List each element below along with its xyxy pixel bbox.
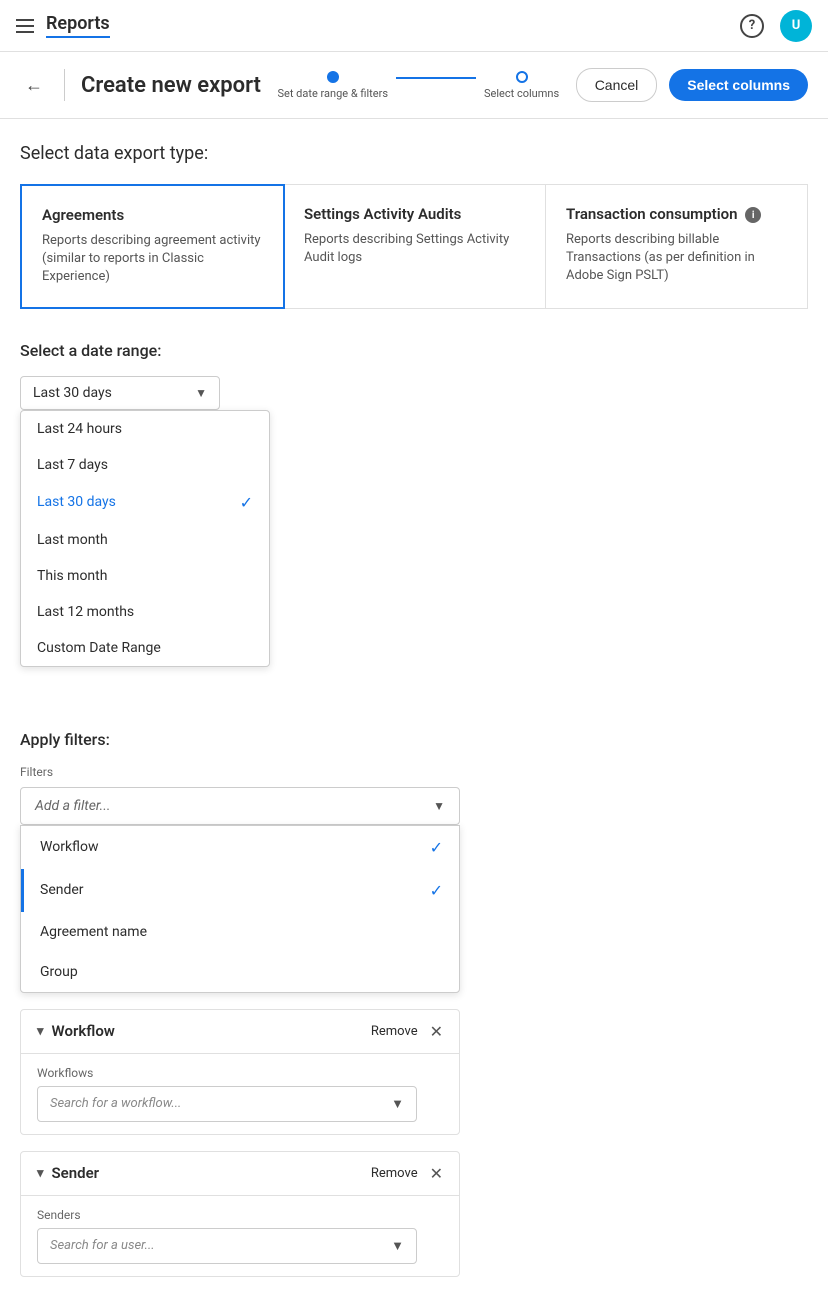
- date-option-lastmonth[interactable]: Last month: [21, 522, 269, 558]
- workflow-remove-button[interactable]: Remove: [371, 1024, 418, 1039]
- filter-dropdown-container: Add a filter... ▼ Workflow ✓ Sender ✓ Ag…: [20, 787, 460, 993]
- date-range-menu: Last 24 hours Last 7 days Last 30 days ✓…: [20, 410, 270, 667]
- sender-dropdown-chevron-icon: ▼: [391, 1238, 404, 1254]
- add-filter-dropdown[interactable]: Add a filter... ▼: [20, 787, 460, 825]
- date-range-title: Select a date range:: [20, 341, 808, 360]
- chevron-down-icon: ▼: [195, 386, 207, 400]
- stepper-connector: [396, 77, 476, 79]
- date-option-thismonth[interactable]: This month: [21, 558, 269, 594]
- workflow-filter-header: ▾ Workflow Remove ✕: [21, 1010, 459, 1054]
- stepper-step1: Set date range & filters: [277, 71, 388, 100]
- workflow-filter-body: Workflows Search for a workflow... ▼: [21, 1054, 459, 1134]
- filter-menu: Workflow ✓ Sender ✓ Agreement name Group: [20, 825, 460, 993]
- export-card-transaction-title: Transaction consumption i: [566, 205, 787, 223]
- filter-option-workflow[interactable]: Workflow ✓: [21, 826, 459, 869]
- date-option-7days[interactable]: Last 7 days: [21, 447, 269, 483]
- date-option-30days[interactable]: Last 30 days ✓: [21, 483, 269, 522]
- help-icon[interactable]: ?: [740, 14, 764, 38]
- stepper-dot-1: [327, 71, 339, 83]
- stepper-label-2: Select columns: [484, 87, 559, 100]
- stepper: Set date range & filters Select columns: [277, 71, 559, 100]
- sender-remove-button[interactable]: Remove: [371, 1166, 418, 1181]
- header-left: ← Create new export: [20, 69, 261, 101]
- hamburger-menu[interactable]: [16, 19, 34, 33]
- workflow-search-placeholder: Search for a workflow...: [50, 1096, 181, 1111]
- filter-option-agreement-name[interactable]: Agreement name: [21, 912, 459, 952]
- sender-filter-body: Senders Search for a user... ▼: [21, 1196, 459, 1276]
- main-content: Select data export type: Agreements Repo…: [0, 119, 828, 1301]
- stepper-dot-2: [516, 71, 528, 83]
- sender-filter-title: ▾ Sender: [37, 1164, 99, 1182]
- filter-chevron-down-icon: ▼: [433, 799, 445, 813]
- apply-filters-title: Apply filters:: [20, 730, 808, 749]
- date-option-12months[interactable]: Last 12 months: [21, 594, 269, 630]
- export-card-settings[interactable]: Settings Activity Audits Reports describ…: [284, 185, 546, 308]
- date-range-trigger[interactable]: Last 30 days ▼: [20, 376, 220, 410]
- page-title: Create new export: [81, 73, 261, 98]
- export-card-settings-desc: Reports describing Settings Activity Aud…: [304, 231, 525, 267]
- stepper-label-1: Set date range & filters: [277, 87, 388, 100]
- info-icon: i: [745, 207, 761, 223]
- export-card-agreements-title: Agreements: [42, 206, 263, 224]
- workflow-filter-title: ▾ Workflow: [37, 1022, 115, 1040]
- workflow-close-icon[interactable]: ✕: [430, 1022, 443, 1041]
- workflow-check-icon: ✓: [430, 838, 443, 857]
- workflow-filter-actions: Remove ✕: [371, 1022, 443, 1041]
- date-range-dropdown: Last 30 days ▼ Last 24 hours Last 7 days…: [20, 376, 220, 410]
- app-title: Reports: [46, 13, 110, 38]
- workflow-dropdown-chevron-icon: ▼: [391, 1096, 404, 1112]
- nav-left: Reports: [16, 13, 110, 38]
- senders-sublabel: Senders: [37, 1208, 443, 1222]
- top-nav: Reports ? U: [0, 0, 828, 52]
- sender-filter-header: ▾ Sender Remove ✕: [21, 1152, 459, 1196]
- export-card-agreements[interactable]: Agreements Reports describing agreement …: [20, 184, 285, 309]
- date-range-section: Select a date range: Last 30 days ▼ Last…: [20, 341, 808, 410]
- workflow-search-dropdown[interactable]: Search for a workflow... ▼: [37, 1086, 417, 1122]
- export-card-settings-title: Settings Activity Audits: [304, 205, 525, 223]
- header-divider: [64, 69, 65, 101]
- cancel-button[interactable]: Cancel: [576, 68, 658, 102]
- workflow-filter-tag: ▾ Workflow Remove ✕ Workflows Search for…: [20, 1009, 460, 1135]
- workflows-sublabel: Workflows: [37, 1066, 443, 1080]
- sender-collapse-icon[interactable]: ▾: [37, 1166, 44, 1181]
- date-range-selected-value: Last 30 days: [33, 385, 112, 401]
- filter-option-sender[interactable]: Sender ✓: [21, 869, 459, 912]
- export-card-agreements-desc: Reports describing agreement activity (s…: [42, 232, 263, 287]
- filters-section: Apply filters: Filters Add a filter... ▼…: [20, 730, 808, 1277]
- add-filter-placeholder: Add a filter...: [35, 798, 110, 814]
- back-button[interactable]: ←: [20, 71, 48, 99]
- export-cards: Agreements Reports describing agreement …: [20, 184, 808, 309]
- stepper-step2: Select columns: [484, 71, 559, 100]
- workflow-collapse-icon[interactable]: ▾: [37, 1024, 44, 1039]
- export-card-transaction[interactable]: Transaction consumption i Reports descri…: [546, 185, 807, 308]
- nav-right: ? U: [740, 10, 812, 42]
- export-type-title: Select data export type:: [20, 143, 808, 164]
- sender-search-placeholder: Search for a user...: [50, 1238, 155, 1253]
- date-option-custom[interactable]: Custom Date Range: [21, 630, 269, 666]
- sender-filter-tag: ▾ Sender Remove ✕ Senders Search for a u…: [20, 1151, 460, 1277]
- filter-option-group[interactable]: Group: [21, 952, 459, 992]
- header-bar: ← Create new export Set date range & fil…: [0, 52, 828, 119]
- sender-search-dropdown[interactable]: Search for a user... ▼: [37, 1228, 417, 1264]
- sender-filter-actions: Remove ✕: [371, 1164, 443, 1183]
- filters-label: Filters: [20, 765, 808, 779]
- avatar[interactable]: U: [780, 10, 812, 42]
- export-card-transaction-desc: Reports describing billable Transactions…: [566, 231, 787, 286]
- header-right: Cancel Select columns: [576, 68, 808, 102]
- select-columns-button[interactable]: Select columns: [669, 69, 808, 101]
- sender-check-icon: ✓: [430, 881, 443, 900]
- date-option-24hours[interactable]: Last 24 hours: [21, 411, 269, 447]
- checkmark-icon: ✓: [240, 493, 253, 512]
- sender-close-icon[interactable]: ✕: [430, 1164, 443, 1183]
